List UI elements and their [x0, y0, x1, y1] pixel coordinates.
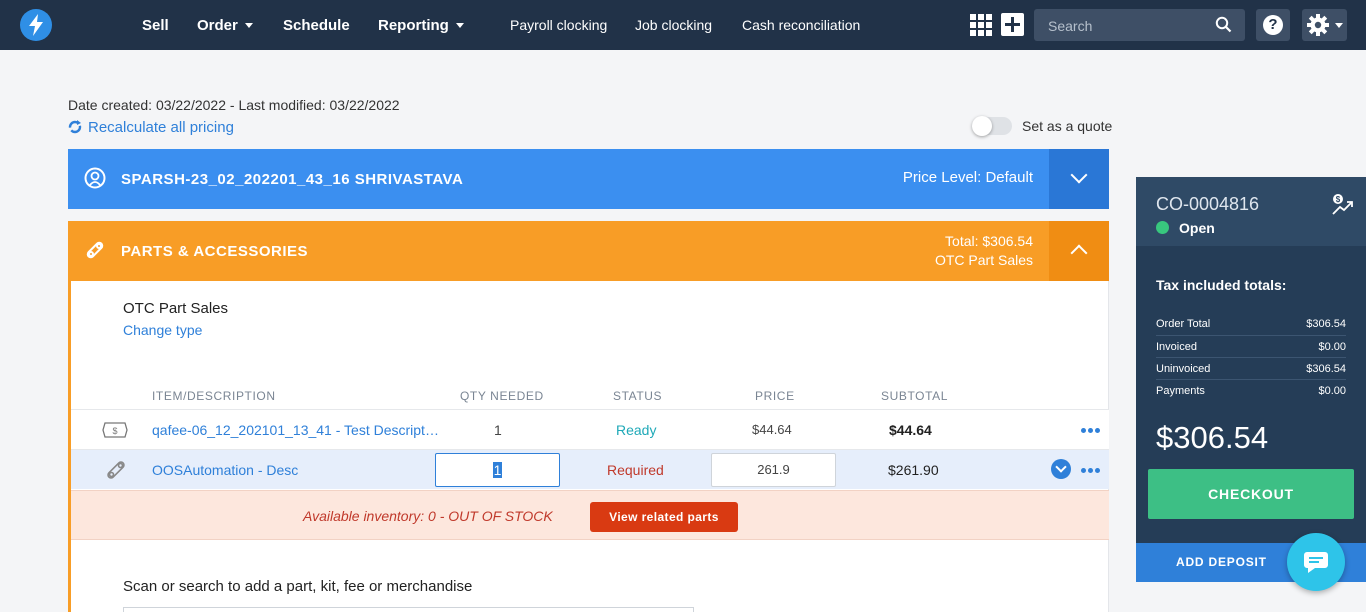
customer-expand-button[interactable] [1049, 149, 1109, 209]
nav-job-clocking[interactable]: Job clocking [635, 0, 712, 50]
total-line: Order Total $306.54 [1156, 313, 1346, 335]
quote-toggle[interactable] [972, 116, 1012, 136]
top-navbar: Sell Order Schedule Reporting Payroll cl… [0, 0, 1366, 50]
parts-title: PARTS & ACCESSORIES [121, 243, 309, 260]
nav-sell[interactable]: Sell [142, 0, 169, 50]
column-price: PRICE [755, 389, 795, 403]
parts-icon [86, 241, 104, 259]
nav-order-label: Order [197, 17, 238, 34]
qty-value: 1 [494, 422, 502, 438]
chevron-down-icon [1335, 23, 1343, 28]
customer-section-header[interactable]: SPARSH-23_02_202201_43_16 SHRIVASTAVA Pr… [68, 149, 1049, 209]
customer-name: SPARSH-23_02_202201_43_16 SHRIVASTAVA [121, 171, 464, 188]
qty-input[interactable]: 1 [435, 453, 560, 487]
order-id: CO-0004816 [1156, 194, 1260, 214]
inventory-warning: Available inventory: 0 - OUT OF STOCK [303, 508, 553, 524]
column-item-description: ITEM/DESCRIPTION [152, 389, 276, 403]
nav-payroll-clocking[interactable]: Payroll clocking [510, 0, 607, 50]
price-trend-icon[interactable]: $ [1331, 193, 1355, 217]
part-icon [107, 461, 125, 479]
parts-section-header[interactable]: PARTS & ACCESSORIES Total: $306.54 OTC P… [68, 221, 1049, 281]
help-button[interactable]: ? [1256, 9, 1290, 41]
quote-toggle-label: Set as a quote [1022, 118, 1113, 134]
scan-label: Scan or search to add a part, kit, fee o… [123, 578, 473, 595]
subtotal-value: $261.90 [888, 462, 939, 478]
total-value: $0.00 [1318, 341, 1346, 353]
svg-text:$: $ [1336, 195, 1341, 204]
nav-cash-reconciliation[interactable]: Cash reconciliation [742, 0, 860, 50]
svg-text:$: $ [112, 426, 117, 436]
recalculate-label: Recalculate all pricing [88, 119, 234, 136]
settings-button[interactable] [1302, 9, 1347, 41]
item-link[interactable]: OOSAutomation - Desc [152, 462, 298, 478]
total-value: $306.54 [1306, 363, 1346, 375]
table-row: OOSAutomation - Desc 1 Required 261.9 $2… [71, 449, 1109, 489]
chat-icon [1304, 552, 1328, 573]
item-link[interactable]: qafee-06_12_202101_13_41 - Test Descript… [152, 422, 439, 438]
apps-grid-icon[interactable] [970, 14, 992, 36]
checkout-button[interactable]: CHECKOUT [1148, 469, 1354, 519]
nav-reporting[interactable]: Reporting [378, 0, 464, 50]
plus-icon[interactable] [1001, 13, 1024, 36]
chevron-down-icon [455, 23, 464, 28]
total-label: Payments [1156, 385, 1205, 397]
total-line: Uninvoiced $306.54 [1156, 357, 1346, 379]
order-status: Open [1179, 220, 1215, 236]
column-qty-needed: QTY NEEDED [460, 389, 544, 403]
inventory-warning-row: Available inventory: 0 - OUT OF STOCK Vi… [71, 490, 1109, 540]
order-dates: Date created: 03/22/2022 - Last modified… [68, 97, 400, 113]
scan-search-input[interactable] [123, 607, 694, 612]
chevron-down-icon [244, 23, 253, 28]
column-status: STATUS [613, 389, 663, 403]
nav-schedule-label: Schedule [283, 17, 350, 34]
order-summary-header: CO-0004816 Open $ [1136, 177, 1366, 246]
nav-schedule[interactable]: Schedule [283, 0, 350, 50]
parts-sale-type: OTC Part Sales [934, 252, 1033, 268]
table-row: $ qafee-06_12_202101_13_41 - Test Descri… [71, 409, 1109, 449]
total-line: Payments $0.00 [1156, 379, 1346, 401]
parts-total: Total: $306.54 OTC Part Sales [935, 232, 1033, 270]
change-type-link[interactable]: Change type [123, 322, 202, 338]
view-related-parts-button[interactable]: View related parts [590, 502, 738, 532]
customer-icon [84, 167, 106, 189]
sale-type-title: OTC Part Sales [123, 300, 229, 317]
price-value: $44.64 [752, 422, 792, 437]
total-label: Uninvoiced [1156, 363, 1211, 375]
grand-total: $306.54 [1156, 420, 1269, 455]
total-label: Invoiced [1156, 341, 1197, 353]
status-dot-icon [1156, 221, 1169, 234]
qty-input-value: 1 [492, 462, 503, 478]
nav-sell-label: Sell [142, 17, 169, 34]
status-badge: Required [607, 462, 664, 478]
chevron-down-icon [1070, 166, 1088, 184]
lightning-logo-icon[interactable] [20, 9, 52, 41]
price-input[interactable]: 261.9 [711, 453, 836, 487]
search-placeholder: Search [1048, 18, 1093, 34]
parts-total-amount: Total: $306.54 [945, 233, 1033, 249]
search-icon[interactable] [1215, 16, 1232, 33]
total-value: $0.00 [1318, 385, 1346, 397]
total-label: Order Total [1156, 318, 1211, 330]
status-badge: Ready [616, 422, 657, 438]
total-line: Invoiced $0.00 [1156, 335, 1346, 357]
parts-collapse-button[interactable] [1049, 221, 1109, 281]
price-level: Price Level: Default [902, 169, 1033, 186]
nav-reporting-label: Reporting [378, 17, 449, 34]
recalculate-pricing-link[interactable]: Recalculate all pricing [68, 119, 234, 136]
total-value: $306.54 [1306, 318, 1346, 330]
column-subtotal: SUBTOTAL [881, 389, 949, 403]
tax-totals-title: Tax included totals: [1156, 277, 1287, 293]
gear-icon [1307, 14, 1329, 36]
help-icon: ? [1263, 15, 1283, 35]
chevron-up-icon [1070, 244, 1088, 262]
expand-row-icon[interactable] [1051, 459, 1071, 479]
fee-icon: $ [102, 422, 128, 438]
refresh-icon [68, 120, 82, 134]
order-summary-card: CO-0004816 Open $ Tax included totals: O… [1136, 177, 1366, 582]
chat-button[interactable] [1287, 533, 1345, 591]
nav-order[interactable]: Order [197, 0, 253, 50]
subtotal-value: $44.64 [889, 422, 932, 438]
search-input[interactable]: Search [1034, 9, 1245, 41]
